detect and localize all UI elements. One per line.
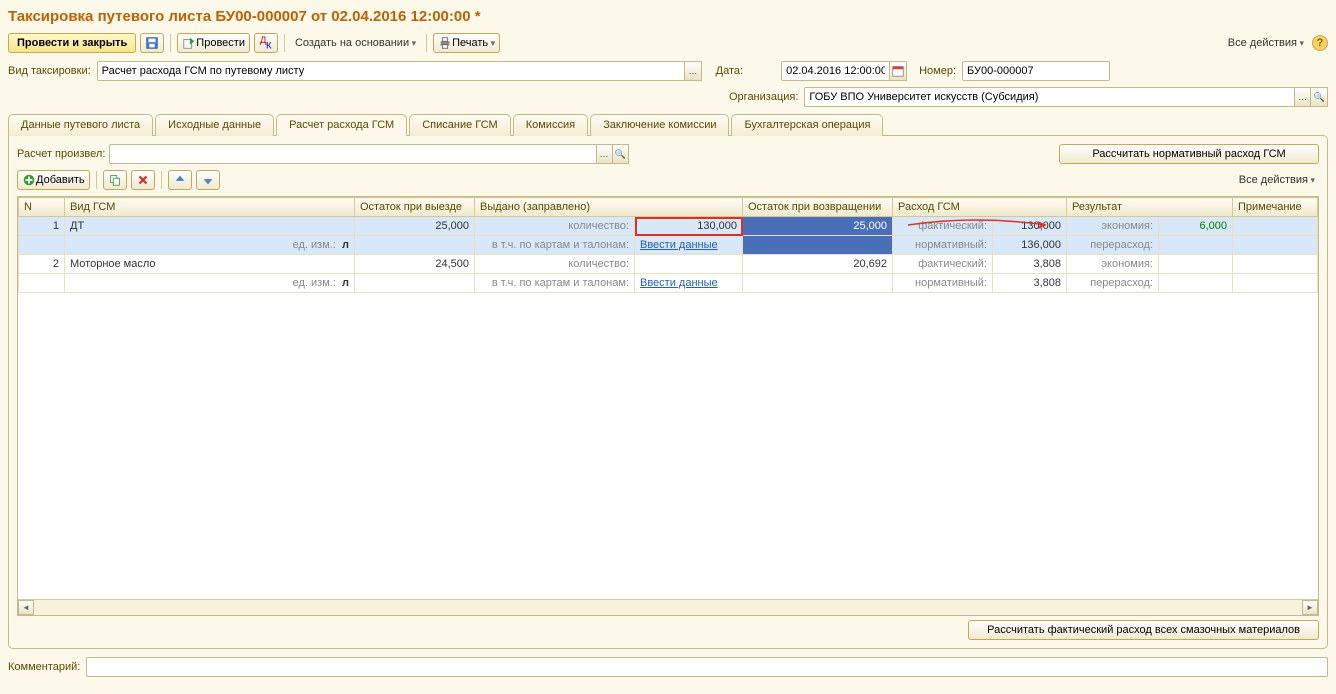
col-return[interactable]: Остаток при возвращении (743, 198, 893, 217)
fuel-table[interactable]: N Вид ГСМ Остаток при выезде Выдано (зап… (17, 196, 1319, 616)
calc-norm-button[interactable]: Рассчитать нормативный расход ГСМ (1059, 144, 1319, 164)
calc-by-label: Расчет произвел: (17, 148, 105, 160)
qty-cell-highlighted[interactable]: 130,000 (635, 217, 743, 236)
printer-icon (438, 36, 452, 50)
calendar-button[interactable] (889, 61, 907, 81)
tab-fuel-writeoff[interactable]: Списание ГСМ (409, 114, 511, 136)
create-based-dropdown[interactable]: Создать на основании (291, 35, 420, 51)
calc-by-input[interactable] (109, 144, 595, 164)
dt-kt-button[interactable]: ДК (254, 33, 278, 53)
tab-accounting-op[interactable]: Бухгалтерская операция (731, 114, 883, 136)
print-button[interactable]: Печать (433, 33, 500, 53)
org-search-button[interactable]: 🔍 (1311, 87, 1328, 107)
col-issued[interactable]: Выдано (заправлено) (475, 198, 743, 217)
table-row[interactable]: ед. изм.: л в т.ч. по картам и талонам: … (19, 274, 1318, 293)
tab-waybill-data[interactable]: Данные путевого листа (8, 114, 153, 136)
calc-by-ellipsis-button[interactable]: … (596, 144, 613, 164)
col-note[interactable]: Примечание (1233, 198, 1318, 217)
save-button[interactable] (140, 33, 164, 53)
type-ellipsis-button[interactable]: … (684, 61, 702, 81)
number-label: Номер: (919, 65, 956, 77)
arrow-down-icon (201, 173, 215, 187)
scroll-left-button[interactable]: ◄ (18, 600, 34, 615)
col-consumption[interactable]: Расход ГСМ (893, 198, 1067, 217)
move-up-button[interactable] (168, 170, 192, 190)
return-cell-selected[interactable]: 25,000 (743, 217, 893, 236)
calendar-icon (891, 64, 905, 78)
tab-commission[interactable]: Комиссия (513, 114, 588, 136)
table-row[interactable]: 2 Моторное масло 24,500 количество: 20,6… (19, 255, 1318, 274)
x-icon (136, 173, 150, 187)
copy-icon (108, 173, 122, 187)
number-input[interactable] (962, 61, 1110, 81)
enter-data-link[interactable]: Ввести данные (635, 274, 743, 293)
date-input[interactable] (781, 61, 889, 81)
post-button[interactable]: Провести (177, 33, 250, 53)
tab-source-data[interactable]: Исходные данные (155, 114, 274, 136)
page-title: Таксировка путевого листа БУ00-000007 от… (8, 8, 1328, 25)
comment-input[interactable] (86, 657, 1328, 677)
post-icon (182, 36, 196, 50)
org-ellipsis-button[interactable]: … (1294, 87, 1311, 107)
delete-button[interactable] (131, 170, 155, 190)
col-out[interactable]: Остаток при выезде (355, 198, 475, 217)
scroll-right-button[interactable]: ► (1302, 600, 1318, 615)
col-type[interactable]: Вид ГСМ (65, 198, 355, 217)
help-icon[interactable]: ? (1312, 35, 1328, 51)
type-input[interactable] (97, 61, 684, 81)
tab-commission-conclusion[interactable]: Заключение комиссии (590, 114, 729, 136)
table-row[interactable]: 1 ДТ 25,000 количество: 130,000 25,000 ф… (19, 217, 1318, 236)
table-row[interactable]: ед. изм.: л в т.ч. по картам и талонам: … (19, 236, 1318, 255)
org-label: Организация: (729, 91, 798, 103)
tab-content: Расчет произвел: … 🔍 Рассчитать норматив… (8, 135, 1328, 649)
copy-button[interactable] (103, 170, 127, 190)
org-input[interactable] (804, 87, 1294, 107)
svg-text:К: К (266, 40, 272, 50)
calc-fact-button[interactable]: Рассчитать фактический расход всех смазо… (968, 620, 1319, 640)
comment-label: Комментарий: (8, 661, 80, 673)
enter-data-link[interactable]: Ввести данные (635, 236, 743, 255)
diskette-icon (145, 36, 159, 50)
calc-by-search-button[interactable]: 🔍 (613, 144, 630, 164)
tab-fuel-calc[interactable]: Расчет расхода ГСМ (276, 114, 407, 136)
main-toolbar: Провести и закрыть Провести ДК Создать н… (8, 33, 1328, 53)
tabs: Данные путевого листа Исходные данные Ра… (8, 114, 1328, 136)
dtkt-icon: ДК (259, 36, 273, 50)
date-label: Дата: (716, 65, 743, 77)
post-and-close-button[interactable]: Провести и закрыть (8, 33, 136, 53)
arrow-up-icon (173, 173, 187, 187)
horizontal-scrollbar[interactable]: ◄ ► (18, 599, 1318, 615)
type-label: Вид таксировки: (8, 65, 91, 77)
add-button[interactable]: Добавить (17, 170, 90, 190)
plus-icon (22, 173, 36, 187)
col-n[interactable]: N (19, 198, 65, 217)
col-result[interactable]: Результат (1067, 198, 1233, 217)
move-down-button[interactable] (196, 170, 220, 190)
table-header-row: N Вид ГСМ Остаток при выезде Выдано (зап… (19, 198, 1318, 217)
table-all-actions-dropdown[interactable]: Все действия (1235, 172, 1319, 188)
all-actions-dropdown[interactable]: Все действия (1224, 35, 1308, 51)
